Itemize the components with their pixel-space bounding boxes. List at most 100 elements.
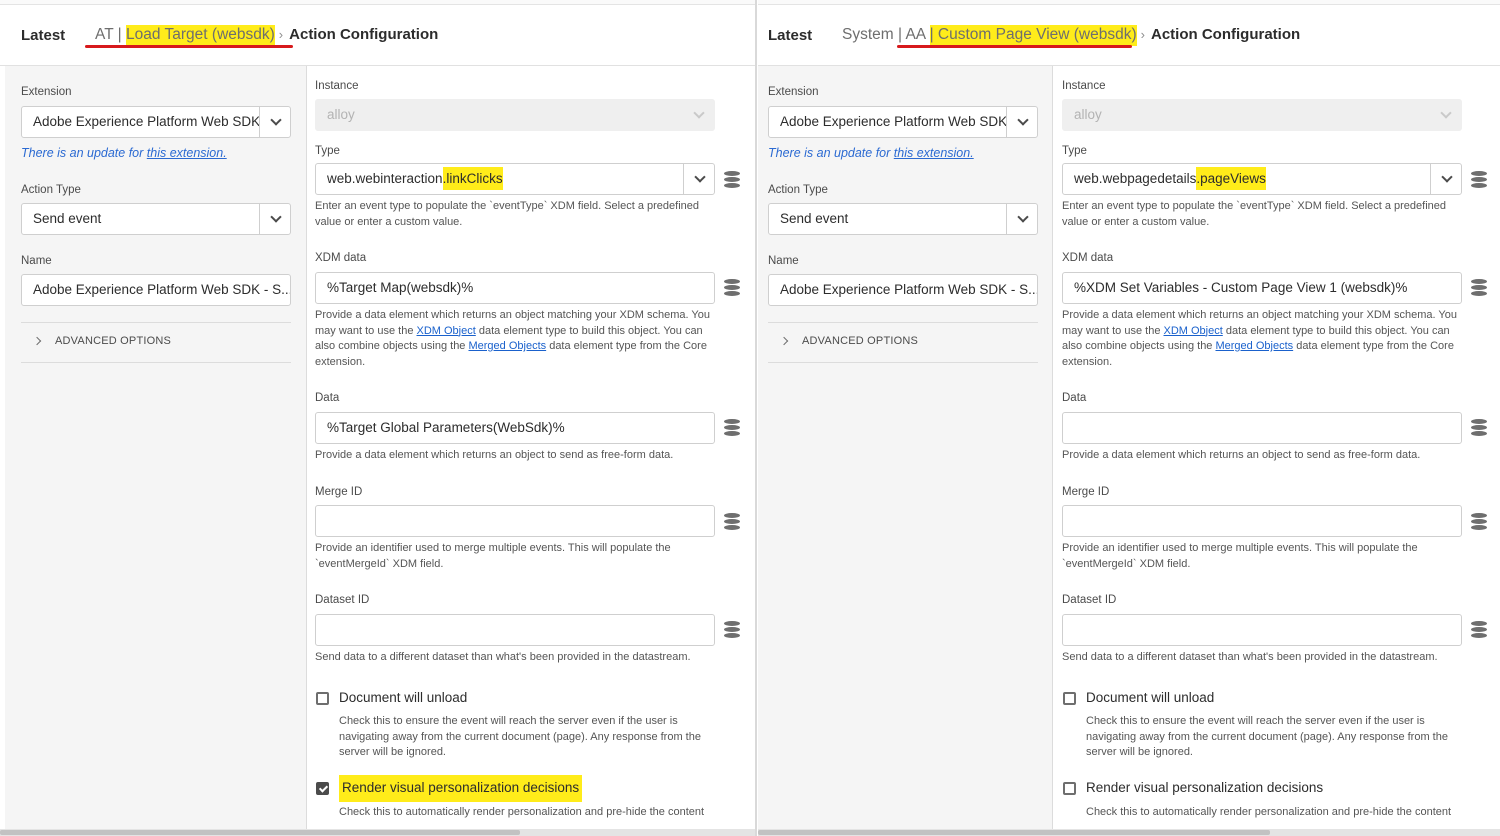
action-type-select[interactable]: Send event <box>768 203 1038 235</box>
advanced-options-toggle[interactable]: ADVANCED OPTIONS <box>802 335 918 347</box>
merge-id-label: Merge ID <box>315 486 363 498</box>
database-icon[interactable] <box>1471 513 1487 531</box>
type-label: Type <box>1062 145 1087 157</box>
instance-value: alloy <box>327 107 355 122</box>
breadcrumb-prefix: System | AA <box>842 26 930 43</box>
action-type-select[interactable]: Send event <box>21 203 291 235</box>
chevron-down-icon <box>693 171 706 183</box>
document-unload-checkbox[interactable] <box>316 692 329 705</box>
update-extension-link[interactable]: this extension. <box>894 146 974 160</box>
merge-id-input[interactable] <box>1062 505 1462 537</box>
advanced-options-toggle[interactable]: ADVANCED OPTIONS <box>55 335 171 347</box>
database-icon[interactable] <box>1471 279 1487 297</box>
horizontal-scrollbar[interactable] <box>0 829 755 836</box>
merged-objects-link[interactable]: Merged Objects <box>468 340 546 352</box>
merged-objects-link[interactable]: Merged Objects <box>1215 340 1293 352</box>
breadcrumb-rule-link[interactable]: Load Target (websdk) <box>126 25 275 46</box>
red-underline-annotation <box>85 45 293 48</box>
horizontal-scrollbar[interactable] <box>758 829 1500 836</box>
type-help: Enter an event type to populate the `eve… <box>315 200 700 228</box>
database-icon[interactable] <box>724 279 740 297</box>
merge-id-input[interactable] <box>315 505 715 537</box>
action-type-value: Send event <box>33 211 102 226</box>
right-column: Instance alloy Type web.webpagedetails.p… <box>1054 66 1500 836</box>
type-value-highlight: .linkClicks <box>442 167 503 190</box>
update-notice: There is an update for this extension. <box>768 146 974 160</box>
extension-dropdown-button[interactable] <box>259 107 290 137</box>
xdm-data-input[interactable]: %XDM Set Variables - Custom Page View 1 … <box>1062 272 1462 304</box>
extension-value: Adobe Experience Platform Web SDK <box>780 114 1008 129</box>
type-combobox[interactable]: web.webinteraction.linkClicks <box>315 163 715 195</box>
render-personalization-checkbox[interactable] <box>1063 782 1076 795</box>
scrollbar-thumb[interactable] <box>0 830 520 835</box>
document-unload-checkbox[interactable] <box>1063 692 1076 705</box>
data-help: Provide a data element which returns an … <box>315 449 674 461</box>
action-type-dropdown-button[interactable] <box>259 204 290 234</box>
dataset-id-input[interactable] <box>1062 614 1462 646</box>
extension-select[interactable]: Adobe Experience Platform Web SDK <box>21 106 291 138</box>
name-input[interactable]: Adobe Experience Platform Web SDK - S... <box>768 274 1038 306</box>
divider <box>21 362 291 363</box>
database-icon[interactable] <box>1471 419 1487 437</box>
data-input[interactable]: %Target Global Parameters(WebSdk)% <box>315 412 715 444</box>
extension-label: Extension <box>21 86 72 98</box>
render-personalization-checkbox[interactable] <box>316 782 329 795</box>
render-personalization-text: Render visual personalization decisions <box>339 775 583 802</box>
merge-id-help: Provide an identifier used to merge mult… <box>315 542 671 570</box>
merge-id-label: Merge ID <box>1062 486 1110 498</box>
left-column: Extension Adobe Experience Platform Web … <box>5 66 307 836</box>
chevron-down-icon <box>1440 107 1452 119</box>
breadcrumb-current: Action Configuration <box>289 26 439 43</box>
update-text: There is an update for <box>21 146 147 160</box>
database-icon[interactable] <box>1471 621 1487 639</box>
scrollbar-thumb[interactable] <box>758 830 1270 835</box>
instance-value: alloy <box>1074 107 1102 122</box>
database-icon[interactable] <box>724 621 740 639</box>
document-unload-label[interactable]: Document will unload <box>1086 690 1214 705</box>
divider <box>768 362 1038 363</box>
database-icon[interactable] <box>724 171 740 189</box>
xdm-object-link[interactable]: XDM Object <box>417 325 476 337</box>
xdm-data-label: XDM data <box>1062 252 1114 264</box>
extension-select[interactable]: Adobe Experience Platform Web SDK <box>768 106 1038 138</box>
type-dropdown-button[interactable] <box>683 164 714 194</box>
chevron-right-icon: › <box>278 27 284 42</box>
action-type-label: Action Type <box>768 184 828 196</box>
left-column: Extension Adobe Experience Platform Web … <box>758 66 1053 836</box>
type-value: web.webpagedetails <box>1074 171 1197 186</box>
name-value: Adobe Experience Platform Web SDK - S... <box>33 282 291 297</box>
document-unload-label[interactable]: Document will unload <box>339 690 467 705</box>
render-personalization-label[interactable]: Render visual personalization decisions <box>339 775 583 802</box>
xdm-data-value: %Target Map(websdk)% <box>327 280 474 295</box>
database-icon[interactable] <box>724 419 740 437</box>
action-type-dropdown-button[interactable] <box>1006 204 1037 234</box>
breadcrumb-header: Latest System | AA | Custom Page View (w… <box>758 5 1500 66</box>
breadcrumb-rule-link[interactable]: | Custom Page View (websdk) <box>929 25 1137 46</box>
type-combobox[interactable]: web.webpagedetails.pageViews <box>1062 163 1462 195</box>
xdm-data-input[interactable]: %Target Map(websdk)% <box>315 272 715 304</box>
type-value: web.webinteraction <box>327 171 443 186</box>
chevron-right-icon[interactable] <box>32 336 42 346</box>
right-config-pane: Latest System | AA | Custom Page View (w… <box>758 0 1500 836</box>
dataset-id-input[interactable] <box>315 614 715 646</box>
chevron-down-icon <box>269 114 282 126</box>
xdm-object-link[interactable]: XDM Object <box>1164 325 1223 337</box>
breadcrumb-header: Latest AT | Load Target (websdk) › Action … <box>0 5 755 66</box>
database-icon[interactable] <box>724 513 740 531</box>
database-icon[interactable] <box>1471 171 1487 189</box>
chevron-down-icon <box>1016 114 1029 126</box>
render-personalization-label[interactable]: Render visual personalization decisions <box>1086 780 1323 795</box>
divider <box>768 322 1038 323</box>
instance-dropdown-button <box>683 100 714 130</box>
data-input[interactable] <box>1062 412 1462 444</box>
chevron-down-icon <box>693 107 705 119</box>
extension-dropdown-button[interactable] <box>1006 107 1037 137</box>
chevron-right-icon[interactable] <box>779 336 789 346</box>
type-dropdown-button[interactable] <box>1430 164 1461 194</box>
update-extension-link[interactable]: this extension. <box>147 146 227 160</box>
data-label: Data <box>1062 392 1087 404</box>
breadcrumb: AT | Load Target (websdk) › Action Configu… <box>95 25 439 46</box>
name-input[interactable]: Adobe Experience Platform Web SDK - S... <box>21 274 291 306</box>
extension-value: Adobe Experience Platform Web SDK <box>33 114 261 129</box>
name-label: Name <box>768 255 799 267</box>
